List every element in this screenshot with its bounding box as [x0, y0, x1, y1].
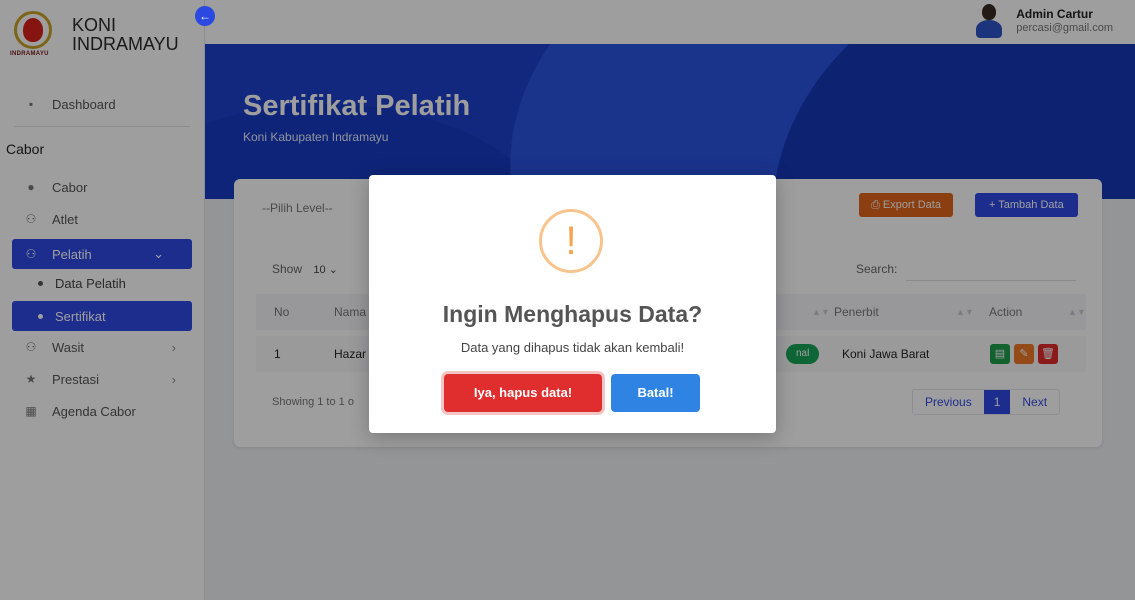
sidebar-collapse-button[interactable]: ← [195, 6, 215, 26]
warning-icon: ! [539, 209, 603, 273]
confirm-delete-dialog: ! Ingin Menghapus Data? Data yang dihapu… [369, 175, 776, 433]
confirm-delete-button[interactable]: Iya, hapus data! [444, 374, 602, 412]
dialog-message: Data yang dihapus tidak akan kembali! [460, 340, 685, 355]
dialog-title: Ingin Menghapus Data? [442, 301, 703, 327]
cancel-button[interactable]: Batal! [611, 374, 700, 412]
